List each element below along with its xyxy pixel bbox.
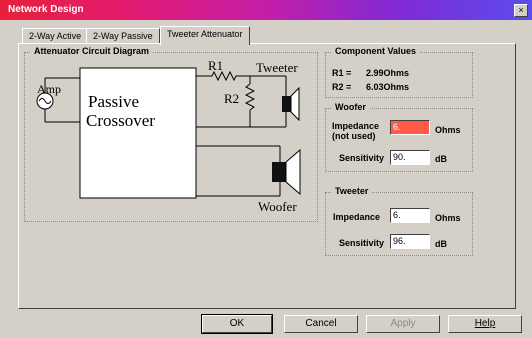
tweeter-sensitivity-field[interactable]: 96. [390, 234, 430, 249]
tweeter-impedance-label: Impedance [333, 212, 381, 222]
title-bar[interactable]: Network Design × [0, 0, 532, 20]
tweeter-group-title: Tweeter [332, 186, 372, 196]
tweeter-impedance-unit: Ohms [435, 213, 461, 223]
woofer-group-title: Woofer [332, 102, 369, 112]
r2-value-label: R2 = [332, 82, 352, 92]
woofer-sensitivity-unit: dB [435, 154, 447, 164]
network-design-dialog: Network Design × 2-Way Active 2-Way Pass… [0, 0, 532, 338]
woofer-sensitivity-label: Sensitivity [339, 153, 385, 163]
circuit-diagram-group: Attenuator Circuit Diagram [24, 46, 318, 222]
tweeter-sensitivity-unit: dB [435, 239, 447, 249]
woofer-impedance-label: Impedance [332, 121, 380, 131]
window-title: Network Design [8, 4, 84, 15]
help-button[interactable]: Help [448, 315, 522, 333]
tweeter-impedance-field[interactable]: 6. [390, 208, 430, 223]
component-values-title: Component Values [332, 46, 420, 56]
r1-value-label: R1 = [332, 68, 352, 78]
circuit-diagram-title: Attenuator Circuit Diagram [31, 46, 153, 56]
tab-2-way-passive[interactable]: 2-Way Passive [86, 28, 160, 44]
woofer-impedance-field[interactable]: 6. [390, 120, 430, 135]
woofer-sensitivity-field[interactable]: 90. [390, 150, 430, 165]
r1-value: 2.99Ohms [366, 68, 410, 78]
woofer-impedance-unit: Ohms [435, 125, 461, 135]
woofer-impedance-note: (not used) [332, 131, 376, 141]
tab-2-way-active[interactable]: 2-Way Active [22, 28, 89, 44]
apply-button[interactable]: Apply [366, 315, 440, 333]
tweeter-sensitivity-label: Sensitivity [339, 238, 385, 248]
close-button[interactable]: × [514, 4, 528, 17]
tab-tweeter-attenuator[interactable]: Tweeter Attenuator [160, 26, 250, 45]
r2-value: 6.03Ohms [366, 82, 410, 92]
cancel-button[interactable]: Cancel [284, 315, 358, 333]
ok-button[interactable]: OK [201, 314, 273, 334]
